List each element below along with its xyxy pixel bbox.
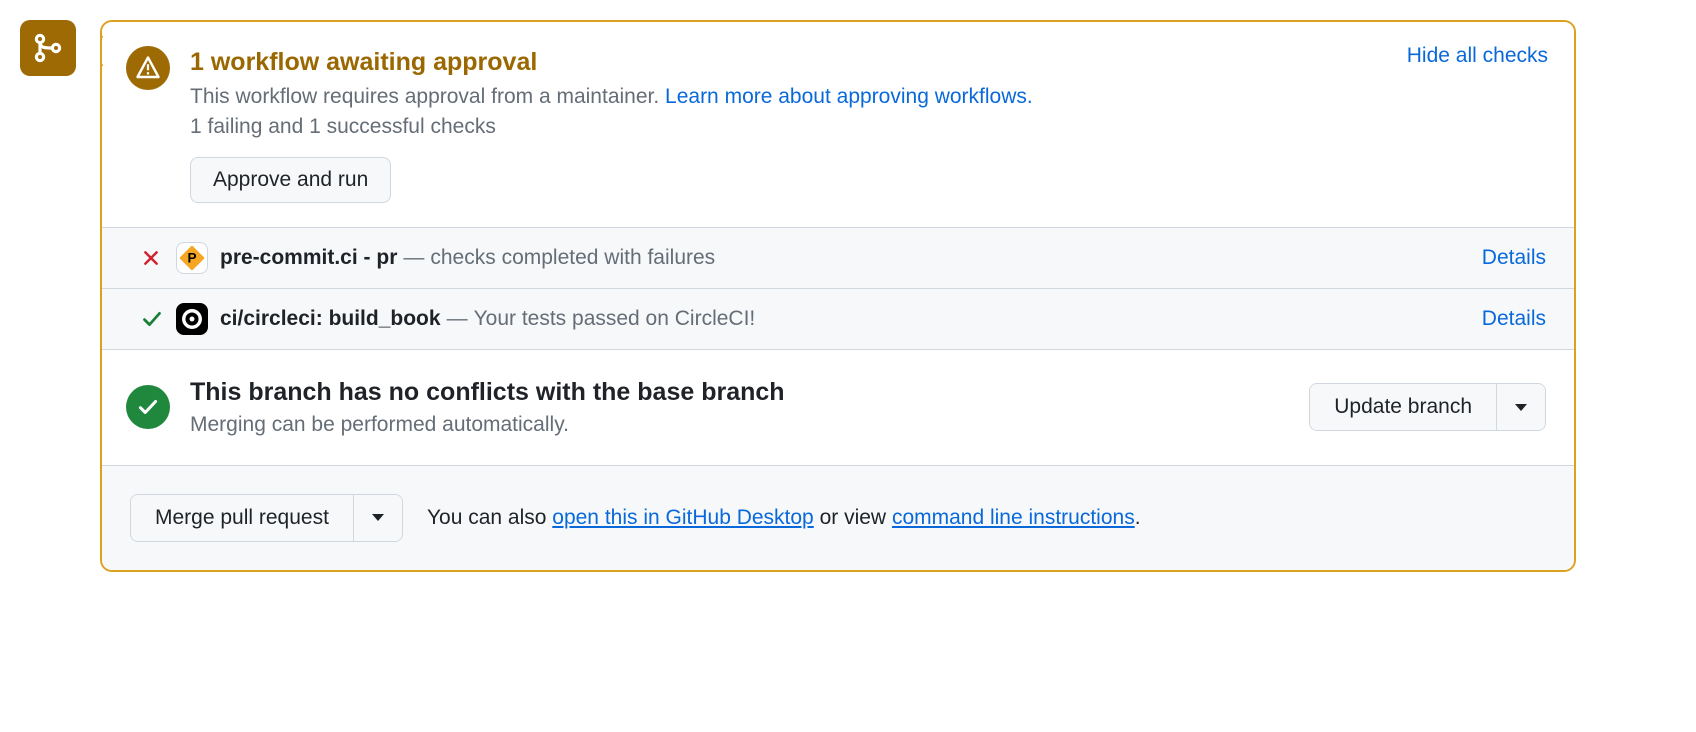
approval-title: 1 workflow awaiting approval: [190, 46, 1546, 79]
checks-summary: 1 failing and 1 successful checks: [190, 115, 1546, 139]
check-name: pre-commit.ci - pr: [220, 246, 397, 270]
check-details-link[interactable]: Details: [1482, 246, 1546, 270]
approve-and-run-button[interactable]: Approve and run: [190, 157, 391, 203]
check-row: P pre-commit.ci - pr — checks completed …: [102, 228, 1574, 289]
svg-text:P: P: [187, 250, 196, 265]
check-description: checks completed with failures: [430, 246, 715, 270]
update-branch-button[interactable]: Update branch: [1310, 384, 1496, 430]
check-row: ci/circleci: build_book — Your tests pas…: [102, 289, 1574, 350]
alert-triangle-icon: [136, 56, 160, 80]
check-name: ci/circleci: build_book: [220, 307, 441, 331]
merge-status-box: 1 workflow awaiting approval This workfl…: [100, 20, 1576, 572]
warning-status-circle: [126, 46, 170, 90]
conflicts-description: Merging can be performed automatically.: [190, 413, 1309, 437]
merge-pr-button-group: Merge pull request: [130, 494, 403, 542]
merge-hint-prefix: You can also: [427, 506, 552, 529]
approval-desc-text: This workflow requires approval from a m…: [190, 85, 665, 108]
check-status-fail: [142, 249, 172, 267]
caret-down-icon: [1515, 404, 1527, 411]
hide-all-checks-link[interactable]: Hide all checks: [1407, 44, 1548, 68]
git-merge-icon: [32, 32, 64, 64]
learn-more-link[interactable]: Learn more about approving workflows.: [665, 85, 1033, 108]
conflicts-title: This branch has no conflicts with the ba…: [190, 378, 1309, 407]
status-icon-column: [126, 46, 190, 203]
conflicts-body: This branch has no conflicts with the ba…: [190, 378, 1309, 437]
timeline-badge: [20, 20, 76, 76]
merge-hint-text: You can also open this in GitHub Desktop…: [427, 506, 1141, 530]
circleci-icon: [181, 308, 203, 330]
merge-pull-request-button[interactable]: Merge pull request: [131, 495, 353, 541]
merge-hint-suffix: .: [1135, 506, 1141, 529]
success-status-circle: [126, 385, 170, 429]
merge-dropdown-button[interactable]: [353, 495, 402, 541]
update-branch-button-group: Update branch: [1309, 383, 1546, 431]
check-separator: —: [403, 246, 424, 270]
check-description: Your tests passed on CircleCI!: [474, 307, 756, 331]
check-icon: [137, 396, 159, 418]
x-icon: [142, 249, 160, 267]
approval-description: This workflow requires approval from a m…: [190, 85, 1546, 109]
precommit-avatar: P: [176, 242, 208, 274]
approval-body: 1 workflow awaiting approval This workfl…: [190, 46, 1546, 203]
circleci-avatar: [176, 303, 208, 335]
approval-section: 1 workflow awaiting approval This workfl…: [102, 22, 1574, 228]
status-icon-column: [126, 385, 190, 429]
check-separator: —: [447, 307, 468, 331]
precommit-icon: P: [180, 246, 204, 270]
conflicts-section: This branch has no conflicts with the ba…: [102, 350, 1574, 466]
check-icon: [142, 309, 162, 329]
update-branch-dropdown-button[interactable]: [1496, 384, 1545, 430]
merge-hint-mid: or view: [814, 506, 892, 529]
pr-merge-status-container: 1 workflow awaiting approval This workfl…: [20, 20, 1576, 572]
caret-down-icon: [372, 514, 384, 521]
merge-footer: Merge pull request You can also open thi…: [102, 466, 1574, 570]
command-line-instructions-link[interactable]: command line instructions: [892, 506, 1135, 529]
check-details-link[interactable]: Details: [1482, 307, 1546, 331]
open-github-desktop-link[interactable]: open this in GitHub Desktop: [552, 506, 813, 529]
check-status-pass: [142, 309, 172, 329]
